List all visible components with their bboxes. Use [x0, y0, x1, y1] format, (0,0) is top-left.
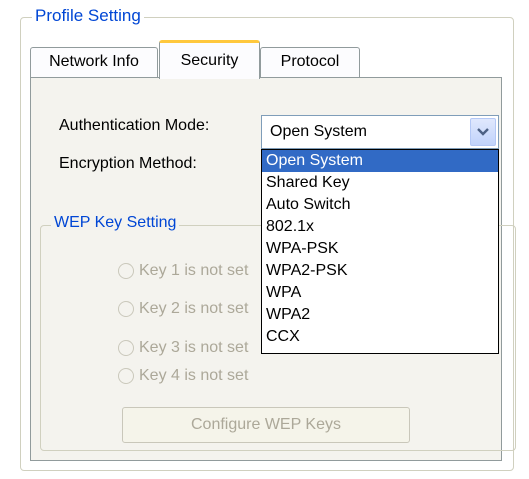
radio-circle[interactable]	[118, 301, 134, 317]
dropdown-option[interactable]: WPA	[262, 282, 498, 304]
dropdown-option[interactable]: Auto Switch	[262, 194, 498, 216]
authentication-mode-label: Authentication Mode:	[59, 117, 210, 134]
dropdown-option[interactable]: 802.1x	[262, 216, 498, 238]
profile-setting-title: Profile Setting	[32, 6, 144, 26]
radio-circle[interactable]	[118, 368, 134, 384]
tab-network-info[interactable]: Network Info	[30, 47, 158, 77]
key-4-label: Key 4 is not set	[139, 367, 249, 384]
tab-protocol[interactable]: Protocol	[260, 47, 360, 77]
dropdown-option[interactable]: WPA-PSK	[262, 238, 498, 260]
configure-wep-keys-button[interactable]: Configure WEP Keys	[122, 407, 410, 443]
authentication-mode-select[interactable]: Open System	[261, 115, 499, 149]
chevron-down-icon	[477, 128, 489, 136]
authentication-mode-dropdown[interactable]: Open System Shared Key Auto Switch 802.1x WP…	[261, 149, 499, 354]
dropdown-option[interactable]: CCX	[262, 326, 498, 348]
key-2-label: Key 2 is not set	[139, 300, 249, 317]
dropdown-arrow-button[interactable]	[470, 118, 496, 146]
dropdown-option[interactable]: WPA2-PSK	[262, 260, 498, 282]
key-3-label: Key 3 is not set	[139, 339, 249, 356]
authentication-mode-value: Open System	[270, 123, 367, 140]
key-1-label: Key 1 is not set	[139, 262, 249, 279]
tab-security[interactable]: Security	[159, 40, 260, 79]
wep-key-setting-title: WEP Key Setting	[51, 214, 180, 232]
radio-circle[interactable]	[118, 263, 134, 279]
dropdown-option[interactable]: Shared Key	[262, 172, 498, 194]
profile-setting-window: Profile Setting Network Info Security Pr…	[0, 0, 529, 479]
encryption-method-label: Encryption Method:	[59, 155, 197, 172]
radio-circle[interactable]	[118, 340, 134, 356]
dropdown-option[interactable]: Open System	[262, 150, 498, 172]
dropdown-option[interactable]: WPA2	[262, 304, 498, 326]
